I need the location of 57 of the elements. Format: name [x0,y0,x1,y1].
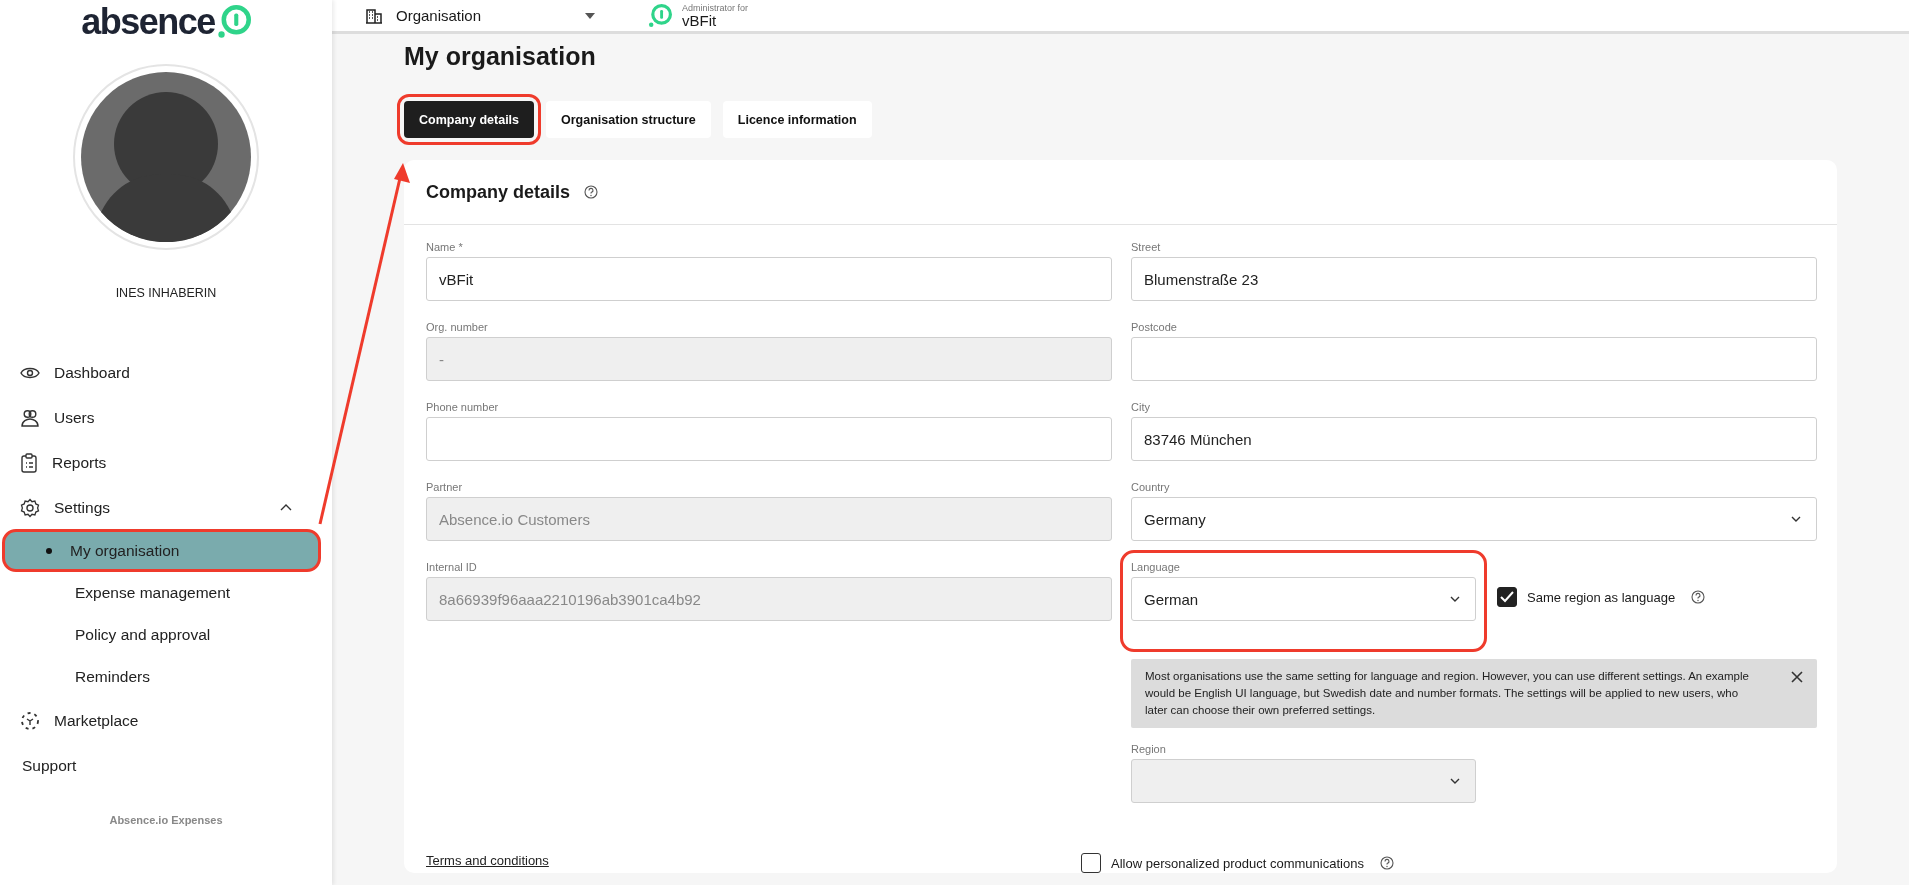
checkbox[interactable] [1081,853,1101,873]
nav-subitem[interactable]: Policy and approval [4,615,319,654]
admin-organisation: vBFit [682,12,718,28]
help-icon[interactable] [1691,590,1706,604]
nav-item[interactable]: Marketplace [0,698,332,743]
nav-item[interactable]: Reports [0,440,332,485]
field-label: Name * [426,241,464,255]
tab[interactable]: Organisation structure [546,101,711,138]
field-label: Street [1131,241,1162,255]
info-text: Most organisations use the same setting for language and region. However, you can use different settings. An example would be English UI language, but Swedish date and number formats. The settings will be applied to new users, who later can choose their own preferred settings. [1145,669,1750,718]
help-icon[interactable] [1379,856,1394,870]
nav-subitem[interactable]: My organisation [4,531,319,570]
field-label: Language [1131,561,1181,575]
input-field[interactable] [426,417,1112,461]
help-icon[interactable] [584,185,599,199]
users-icon [20,408,40,427]
logo-text: absence [81,4,215,40]
field-label: Phone number [426,401,500,415]
user-name: INES INHABERIN [114,286,218,300]
dropdown-field[interactable]: Germany [1131,497,1817,541]
logo-icon [648,3,672,28]
tab[interactable]: Licence information [722,101,872,138]
field-label: Internal ID [426,561,478,575]
nav-item[interactable]: Dashboard [0,350,332,395]
card-title: Company details [426,181,571,203]
app-footer-text: Absence.io Expenses [108,814,224,826]
input-field[interactable]: vBFit [426,257,1112,301]
checkbox-label: Same region as language [1527,589,1676,605]
nav-item[interactable]: Settings [0,485,332,530]
tab[interactable]: Company details [404,101,535,138]
field-label: Postcode [1131,321,1178,335]
nav-subitem[interactable]: Expense management [4,573,319,612]
organisation-dropdown[interactable]: Organisation [366,7,596,24]
checkbox-label: Allow personalized product communications [1111,855,1364,871]
clipboard-icon [20,452,38,473]
field-label: Country [1131,481,1171,495]
caret-icon [584,11,596,20]
admin-label: Administrator for [682,3,749,13]
logo-icon [216,5,251,39]
nav-item[interactable]: Users [0,395,332,440]
input-field[interactable]: 83746 München [1131,417,1817,461]
settings-icon [20,497,40,518]
field-label: City [1131,401,1151,415]
nav-subitem[interactable]: Reminders [4,657,319,696]
building-icon [366,7,382,24]
field-label: Partner [426,481,464,495]
input-field[interactable] [1131,337,1817,381]
field-label: Region [1131,743,1167,757]
checkbox[interactable] [1497,587,1517,607]
dropdown-field[interactable]: German [1131,577,1476,621]
field-label: Org. number [426,321,489,335]
input-field[interactable]: Blumenstraße 23 [1131,257,1817,301]
nav-item[interactable]: Support [0,743,332,788]
terms-link[interactable]: Terms and conditions [426,853,549,873]
close-icon[interactable] [1791,671,1803,683]
page-title: My organisation [404,42,597,71]
dotted-circle-icon [20,710,40,731]
